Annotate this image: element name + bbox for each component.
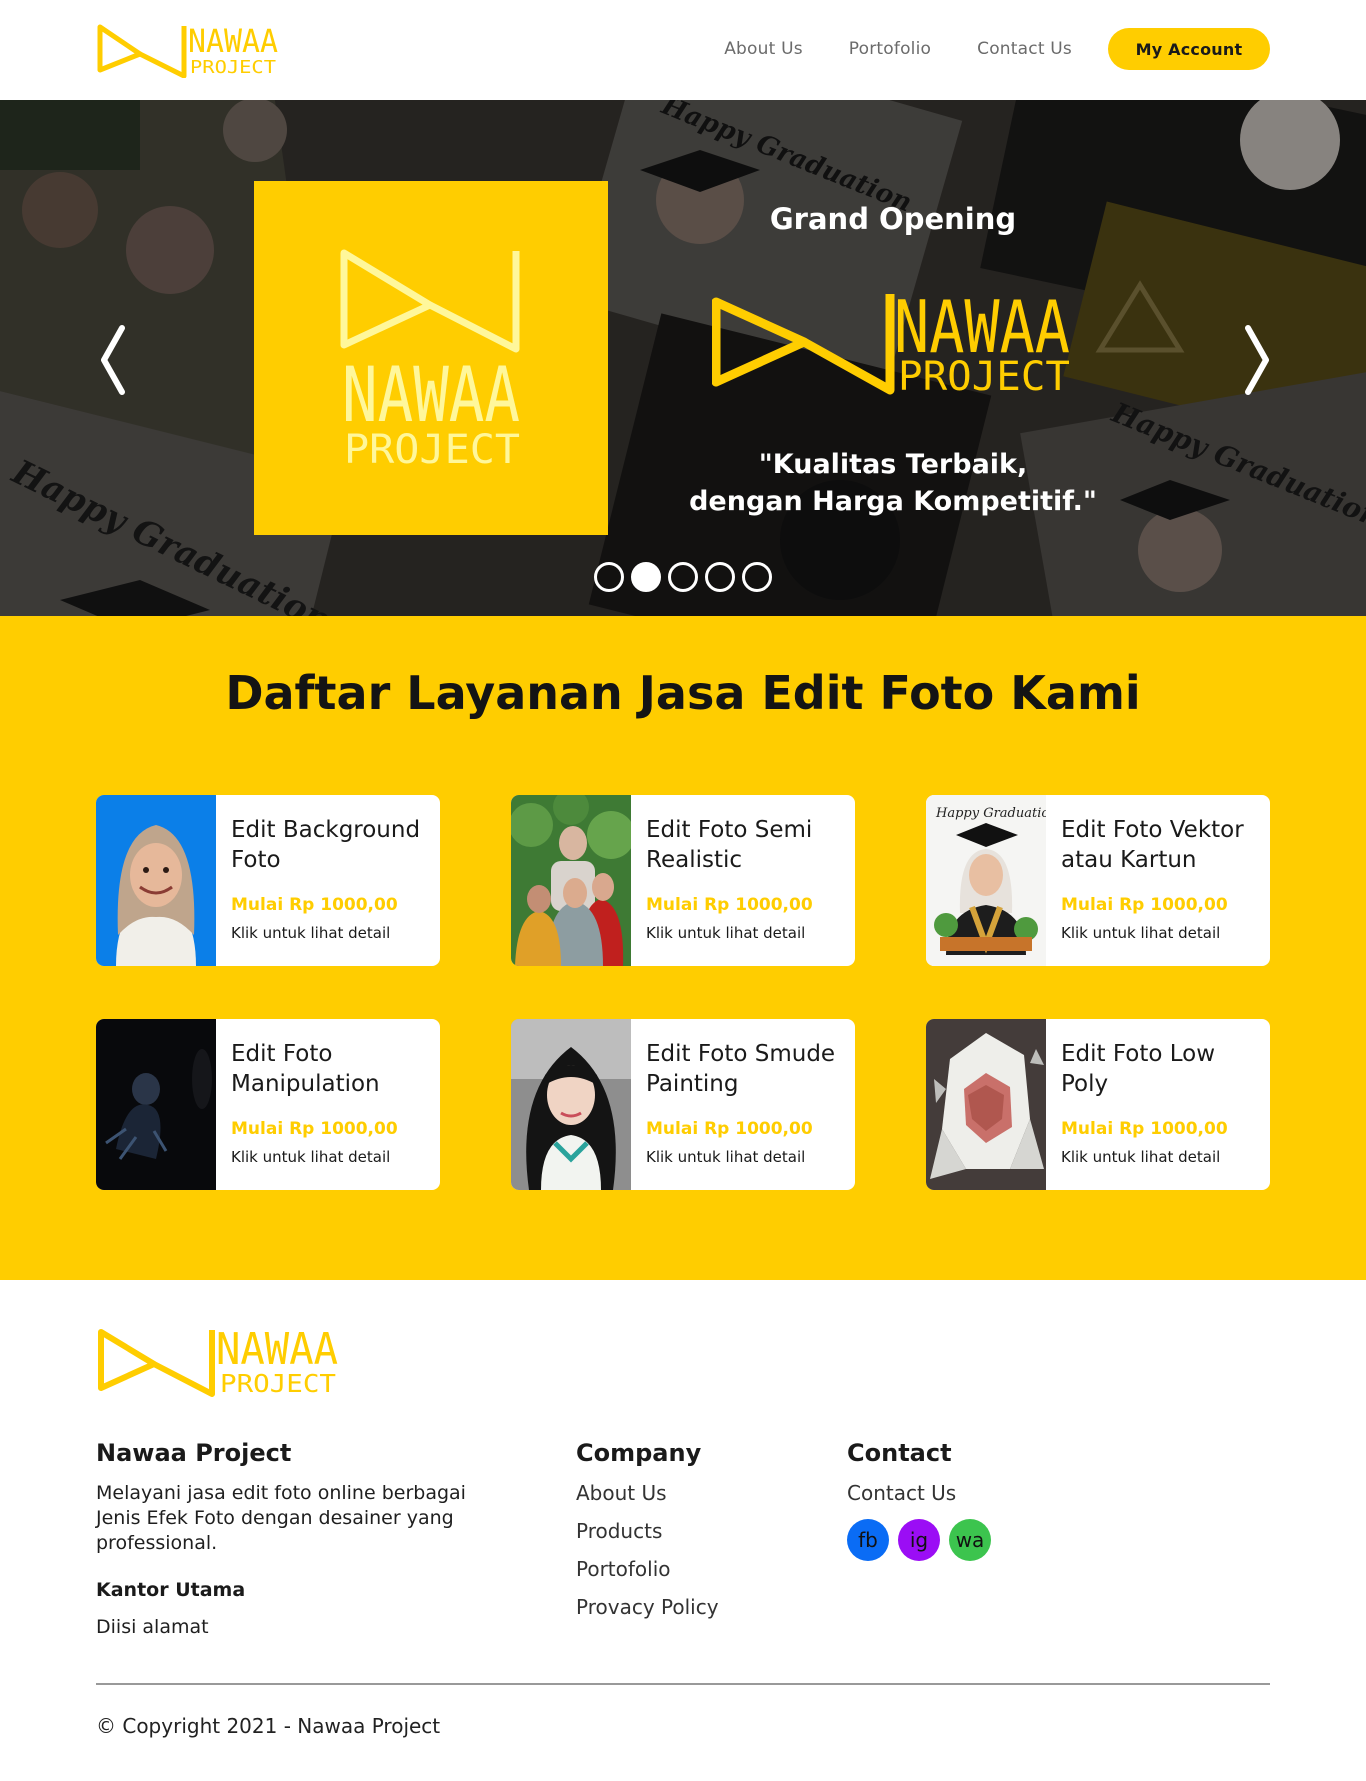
footer-contact-title: Contact <box>847 1439 952 1467</box>
footer-divider <box>96 1683 1270 1685</box>
footer-link-privacy-policy[interactable]: Provacy Policy <box>576 1595 719 1619</box>
hero-brand-logo-subtext: PROJECT <box>898 354 1070 396</box>
service-thumbnail <box>96 795 216 966</box>
site-footer: NAWAA PROJECT Nawaa Project Melayani jas… <box>0 1280 1366 1781</box>
service-price: Mulai Rp 1000,00 <box>1061 895 1228 915</box>
footer-about-column: Nawaa Project Melayani jasa edit foto on… <box>96 1439 486 1638</box>
service-card-semi-realistic[interactable]: Edit Foto Semi Realistic Mulai Rp 1000,0… <box>511 795 855 966</box>
main-nav: About Us Portofolio Contact Us My Accoun… <box>678 28 1270 70</box>
brand-logo-text: NAWAA <box>188 22 278 60</box>
hero-headline: Grand Opening <box>769 202 1017 236</box>
footer-brand-logo-subtext: PROJECT <box>220 1369 336 1398</box>
footer-link-portofolio[interactable]: Portofolio <box>576 1557 719 1581</box>
service-detail-link[interactable]: Klik untuk lihat detail <box>1061 1148 1256 1166</box>
footer-contact-column: Contact Contact Us fb ig wa <box>847 1439 1000 1561</box>
footer-company-title: Company <box>576 1439 702 1467</box>
nav-contact-us[interactable]: Contact Us <box>977 39 1072 59</box>
service-price: Mulai Rp 1000,00 <box>231 895 398 915</box>
service-title: Edit Foto Vektor atau Kartun <box>1061 817 1244 873</box>
service-card-smude-painting[interactable]: Edit Foto Smude Painting Mulai Rp 1000,0… <box>511 1019 855 1190</box>
hero-logo-card-text: NAWAA <box>342 350 520 439</box>
copyright-text: © Copyright 2021 - Nawaa Project <box>96 1714 441 1738</box>
brand-logo-subtext: PROJECT <box>190 57 276 78</box>
service-title: Edit Foto Low Poly <box>1061 1041 1216 1097</box>
service-thumbnail <box>926 1019 1046 1190</box>
footer-brand-logo[interactable]: NAWAA PROJECT <box>96 1324 342 1398</box>
carousel-dot-3[interactable] <box>668 562 698 592</box>
chevron-left-icon <box>101 325 125 395</box>
service-thumbnail <box>511 1019 631 1190</box>
service-detail-link[interactable]: Klik untuk lihat detail <box>1061 924 1256 942</box>
service-card-low-poly[interactable]: Edit Foto Low Poly Mulai Rp 1000,00 Klik… <box>926 1019 1270 1190</box>
service-detail-link[interactable]: Klik untuk lihat detail <box>646 924 841 942</box>
service-thumbnail <box>96 1019 216 1190</box>
service-detail-link[interactable]: Klik untuk lihat detail <box>231 924 426 942</box>
service-card-background[interactable]: Edit Background Foto Mulai Rp 1000,00 Kl… <box>96 795 440 966</box>
services-title: Daftar Layanan Jasa Edit Foto Kami <box>225 666 1141 720</box>
service-title: Edit Foto Smude Painting <box>646 1041 836 1097</box>
nav-portofolio[interactable]: Portofolio <box>849 39 931 59</box>
footer-about-title: Nawaa Project <box>96 1439 292 1467</box>
carousel-dot-4[interactable] <box>705 562 735 592</box>
brand-logo[interactable]: NAWAA PROJECT <box>96 22 280 78</box>
site-header: NAWAA PROJECT About Us Portofolio Contac… <box>0 0 1366 100</box>
carousel-dot-2[interactable] <box>631 562 661 592</box>
service-price: Mulai Rp 1000,00 <box>231 1119 398 1139</box>
brand-logo: NAWAA PROJECT <box>340 249 520 473</box>
footer-about-description: Melayani jasa edit foto online berbagai … <box>96 1482 466 1554</box>
footer-brand-logo-text: NAWAA <box>216 1324 338 1375</box>
carousel-prev-button[interactable] <box>92 320 132 400</box>
hero-tagline-line2: dengan Harga Kompetitif." <box>689 486 1097 517</box>
whatsapp-icon[interactable]: wa <box>949 1519 991 1561</box>
service-card-manipulation[interactable]: Edit Foto Manipulation Mulai Rp 1000,00 … <box>96 1019 440 1190</box>
service-card-vektor-kartun[interactable]: Happy Graduation Edit Foto Vektor atau K… <box>926 795 1270 966</box>
carousel-indicators <box>594 562 779 592</box>
footer-office-address: Diisi alamat <box>96 1616 209 1638</box>
hero-tagline-line1: "Kualitas Terbaik, <box>758 449 1028 480</box>
footer-company-column: Company About Us Products Portofolio Pro… <box>576 1439 719 1633</box>
thumbnail-caption: Happy Graduation <box>935 806 1046 821</box>
footer-office-label: Kantor Utama <box>96 1579 246 1601</box>
service-detail-link[interactable]: Klik untuk lihat detail <box>231 1148 426 1166</box>
hero-logo-card: NAWAA PROJECT <box>254 181 608 535</box>
footer-link-about-us[interactable]: About Us <box>576 1481 719 1505</box>
hero-carousel: Happy Graduation Happy Graduation Happy … <box>0 100 1366 616</box>
carousel-dot-5[interactable] <box>742 562 772 592</box>
footer-link-contact-us[interactable]: Contact Us <box>847 1481 1000 1505</box>
hero-logo-card-subtext: PROJECT <box>344 427 520 473</box>
facebook-icon[interactable]: fb <box>847 1519 889 1561</box>
service-price: Mulai Rp 1000,00 <box>646 1119 813 1139</box>
hero-background-image: Happy Graduation Happy Graduation Happy … <box>0 100 1366 616</box>
instagram-icon[interactable]: ig <box>898 1519 940 1561</box>
service-title: Edit Foto Manipulation <box>231 1041 380 1097</box>
hero-tagline: "Kualitas Terbaik, dengan Harga Kompetit… <box>660 446 1126 520</box>
nav-about-us[interactable]: About Us <box>724 39 803 59</box>
service-thumbnail: Happy Graduation <box>926 795 1046 966</box>
service-thumbnail <box>511 795 631 966</box>
footer-link-products[interactable]: Products <box>576 1519 719 1543</box>
my-account-button[interactable]: My Account <box>1108 28 1270 70</box>
service-title: Edit Foto Semi Realistic <box>646 817 813 873</box>
service-price: Mulai Rp 1000,00 <box>646 895 813 915</box>
social-links: fb ig wa <box>847 1519 1000 1561</box>
services-section: Daftar Layanan Jasa Edit Foto Kami Edit … <box>0 616 1366 1280</box>
carousel-next-button[interactable] <box>1238 320 1278 400</box>
service-detail-link[interactable]: Klik untuk lihat detail <box>646 1148 841 1166</box>
service-price: Mulai Rp 1000,00 <box>1061 1119 1228 1139</box>
service-title: Edit Background Foto <box>231 817 421 873</box>
chevron-right-icon <box>1245 325 1269 395</box>
carousel-dot-1[interactable] <box>594 562 624 592</box>
hero-brand-logo: NAWAA PROJECT <box>712 286 1070 396</box>
